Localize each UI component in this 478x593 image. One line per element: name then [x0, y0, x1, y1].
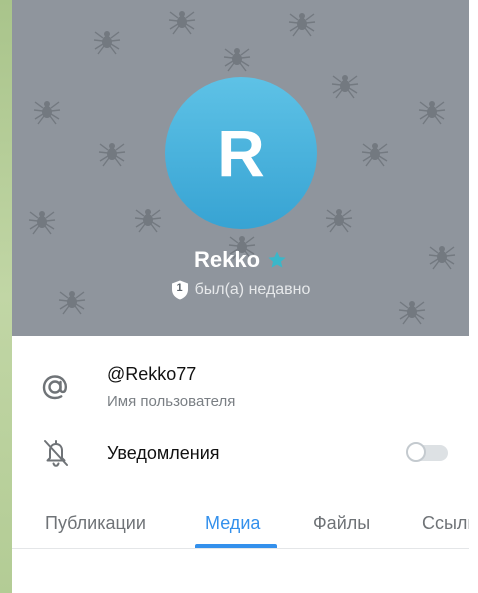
notifications-row[interactable]	[12, 426, 469, 482]
right-margin	[469, 0, 478, 593]
media-content-area	[12, 549, 469, 593]
username-label: Имя пользователя	[107, 393, 236, 410]
notifications-label: Уведомления	[107, 443, 220, 463]
background-strip	[0, 0, 12, 593]
toggle-knob	[406, 442, 426, 462]
username-value[interactable]: @Rekko77	[107, 364, 196, 385]
status-row: 1 был(а) недавно	[12, 280, 469, 300]
shield-badge-icon: 1	[171, 280, 189, 300]
tab-links[interactable]: Ссылки	[422, 513, 469, 534]
media-tabs: Публикации Медиа Файлы Ссылки	[12, 505, 469, 549]
tab-media[interactable]: Медиа	[205, 513, 260, 534]
avatar-letter: R	[217, 116, 265, 190]
notifications-toggle[interactable]	[406, 442, 448, 462]
profile-header: R Rekko 1 был(а) недавно	[12, 0, 469, 336]
at-sign-icon	[42, 375, 67, 400]
username-row[interactable]	[12, 336, 469, 420]
avatar[interactable]: R	[165, 77, 317, 229]
status-badge-count: 1	[176, 282, 183, 294]
last-seen-status: был(а) недавно	[194, 281, 311, 298]
bell-off-icon	[44, 440, 68, 467]
tab-publications[interactable]: Публикации	[45, 513, 146, 534]
profile-panel: R Rekko 1 был(а) недавно @Rekko77 Имя по…	[12, 0, 469, 593]
profile-name: Rekko	[193, 247, 261, 272]
tab-files[interactable]: Файлы	[313, 513, 370, 534]
star-icon[interactable]	[267, 250, 287, 270]
name-row: Rekko	[12, 247, 469, 273]
